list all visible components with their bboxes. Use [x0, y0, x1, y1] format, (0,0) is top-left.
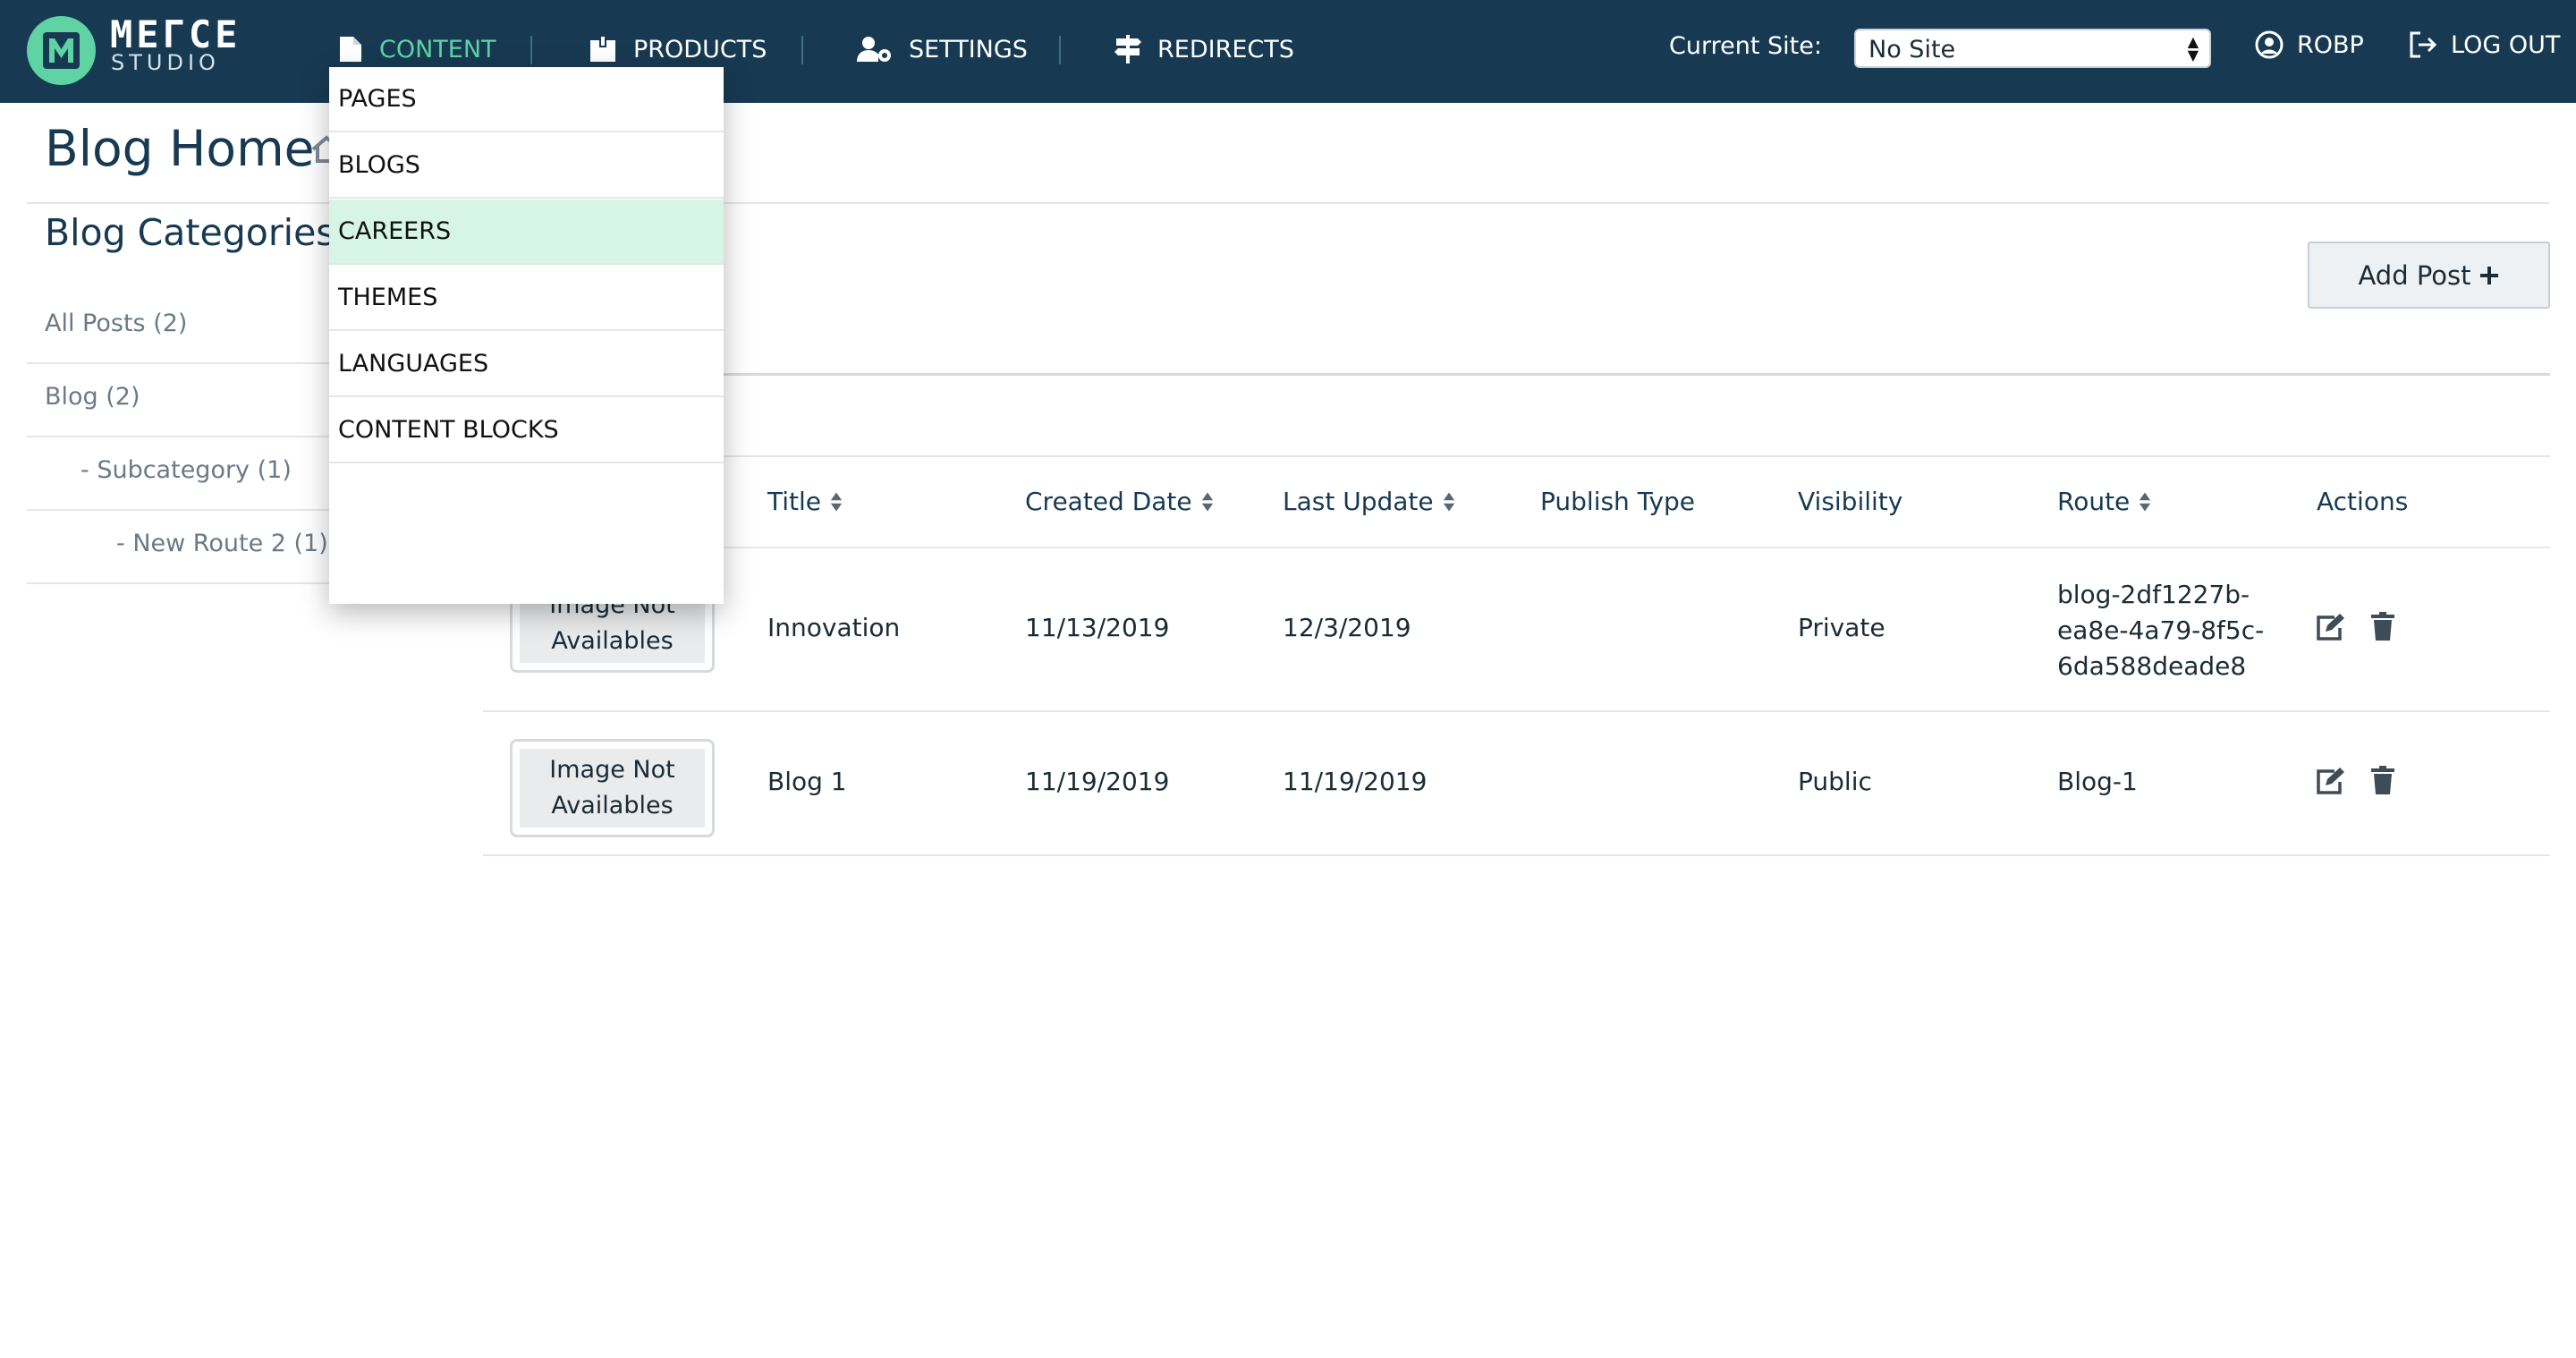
menu-item-languages[interactable]: LANGUAGES	[329, 332, 724, 397]
column-header-updated-label: Last Update	[1283, 487, 1434, 516]
menu-item-content-blocks[interactable]: CONTENT BLOCKS	[329, 398, 724, 463]
post-last-update: 11/19/2019	[1283, 767, 1428, 796]
column-header-visibility: Visibility	[1798, 487, 1902, 516]
table-top-border	[483, 455, 2550, 457]
category-divider	[27, 436, 331, 437]
category-subcategory[interactable]: - Subcategory (1)	[80, 456, 292, 484]
content-dropdown-menu: PAGES BLOGS CAREERS THEMES LANGUAGES CON…	[329, 67, 724, 604]
sort-icon	[2140, 492, 2151, 511]
menu-item-pages[interactable]: PAGES	[329, 67, 724, 132]
section-divider	[483, 373, 2550, 376]
nav-products[interactable]: PRODUCTS	[589, 27, 767, 72]
column-header-publish-type: Publish Type	[1540, 487, 1695, 516]
add-post-label: Add Post	[2358, 259, 2471, 291]
route-line: blog-2df1227b-	[2057, 580, 2250, 609]
column-header-created-label: Created Date	[1025, 487, 1192, 516]
sort-icon	[830, 492, 843, 511]
column-header-route[interactable]: Route	[2057, 487, 2151, 516]
row-divider	[483, 710, 2550, 712]
post-created-date: 11/19/2019	[1025, 767, 1170, 796]
trash-icon[interactable]	[2370, 612, 2395, 641]
column-header-actions: Actions	[2317, 487, 2408, 516]
logout-label: LOG OUT	[2451, 30, 2561, 59]
category-divider	[27, 362, 331, 364]
logout-icon	[2410, 31, 2437, 58]
nav-content[interactable]: CONTENT	[338, 27, 496, 72]
user-menu[interactable]: ROBP	[2254, 30, 2364, 60]
column-header-visibility-label: Visibility	[1798, 487, 1903, 516]
post-visibility: Public	[1798, 767, 1872, 796]
trash-icon[interactable]	[2370, 766, 2395, 794]
nav-content-label: CONTENT	[379, 35, 496, 64]
nav-products-label: PRODUCTS	[633, 35, 767, 64]
route-line: ea8e-4a79-8f5c-	[2057, 615, 2265, 645]
site-select-value: No Site	[1868, 36, 1956, 64]
current-site-label: Current Site:	[1669, 32, 1822, 60]
edit-icon[interactable]	[2315, 768, 2345, 794]
post-title: Innovation	[767, 613, 901, 642]
user-gear-icon	[857, 37, 891, 62]
add-post-button[interactable]: Add Post	[2308, 242, 2550, 309]
categories-heading: Blog Categories:	[45, 211, 348, 254]
post-thumbnail: Image Not Availables	[510, 739, 715, 837]
plus-icon	[2479, 266, 2498, 284]
column-header-created[interactable]: Created Date	[1025, 487, 1214, 516]
post-created-date: 11/13/2019	[1025, 613, 1170, 642]
column-header-route-label: Route	[2057, 487, 2131, 516]
nav-settings[interactable]: SETTINGS	[857, 27, 1028, 72]
logo-subtitle: STUDIO	[111, 50, 220, 75]
category-all-posts[interactable]: All Posts (2)	[45, 310, 187, 337]
select-arrows-icon: ▲ ▼	[2187, 33, 2199, 64]
category-blog[interactable]: Blog (2)	[45, 383, 140, 411]
header-divider	[483, 547, 2550, 548]
post-last-update: 12/3/2019	[1283, 613, 1411, 642]
user-name: ROBP	[2297, 30, 2364, 59]
signpost-icon	[1114, 35, 1141, 64]
column-header-title-label: Title	[767, 487, 822, 516]
post-route: blog-2df1227b- ea8e-4a79-8f5c- 6da588dea…	[2057, 577, 2264, 684]
box-icon	[590, 37, 615, 62]
logout-button[interactable]: LOG OUT	[2408, 30, 2560, 60]
category-divider	[27, 509, 331, 511]
menu-item-blogs[interactable]: BLOGS	[329, 133, 724, 199]
sort-icon	[1443, 492, 1454, 511]
image-placeholder: Image Not Availables	[520, 749, 705, 828]
site-select[interactable]: No Site ▲ ▼	[1854, 29, 2211, 68]
user-circle-icon	[2255, 30, 2284, 59]
nav-redirects-label: REDIRECTS	[1157, 35, 1294, 64]
file-icon	[340, 37, 361, 62]
column-header-publish-type-label: Publish Type	[1540, 487, 1696, 516]
category-new-route-2[interactable]: - New Route 2 (1)	[116, 530, 328, 557]
column-header-actions-label: Actions	[2317, 487, 2409, 516]
post-visibility: Private	[1798, 613, 1885, 642]
nav-redirects[interactable]: REDIRECTS	[1114, 27, 1294, 72]
route-line: 6da588deade8	[2057, 651, 2247, 681]
edit-icon[interactable]	[2315, 614, 2345, 641]
menu-item-themes[interactable]: THEMES	[329, 266, 724, 331]
nav-divider	[1059, 36, 1061, 64]
post-title: Blog 1	[767, 767, 847, 796]
column-header-title[interactable]: Title	[767, 487, 843, 516]
post-route: Blog-1	[2057, 767, 2138, 796]
category-divider	[27, 582, 331, 584]
row-divider	[483, 854, 2550, 856]
page-title: Blog Home	[45, 120, 315, 177]
logo-badge[interactable]	[27, 16, 96, 85]
nav-divider	[530, 36, 532, 64]
column-header-updated[interactable]: Last Update	[1283, 487, 1455, 516]
menu-item-careers[interactable]: CAREERS	[329, 199, 724, 265]
nav-divider	[801, 36, 803, 64]
logo-icon	[43, 32, 80, 69]
sort-icon	[1201, 492, 1213, 511]
nav-settings-label: SETTINGS	[909, 35, 1028, 64]
